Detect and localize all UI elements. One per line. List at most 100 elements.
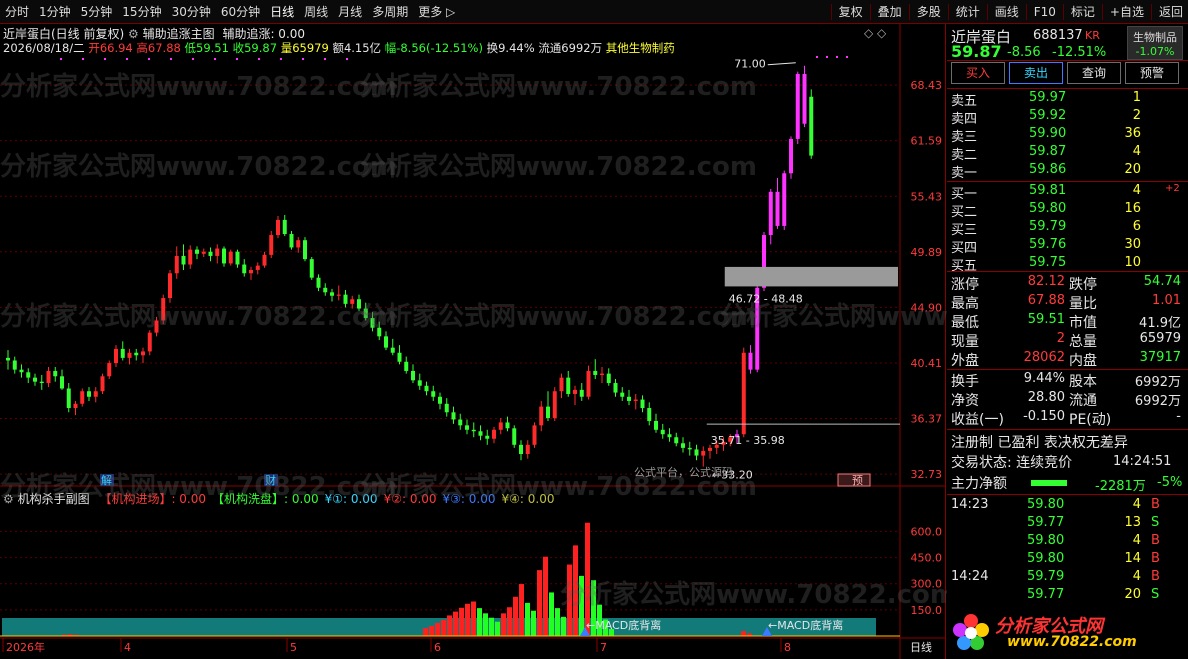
- toolbar-item-4[interactable]: 30分钟: [167, 0, 216, 24]
- toolbar-item-3[interactable]: 15分钟: [117, 0, 166, 24]
- signal-dot: [816, 56, 818, 58]
- sub-chart-bar: [579, 575, 584, 636]
- signal-dot: [302, 58, 304, 60]
- legend-item: 【机构洗盘】: 0.00: [212, 492, 319, 506]
- candle-body: [323, 287, 328, 293]
- toolbar-item-2[interactable]: 5分钟: [76, 0, 118, 24]
- candle-body: [46, 370, 51, 384]
- sub-chart-bar: [489, 617, 494, 636]
- toolbar-item-6[interactable]: 日线: [265, 0, 299, 24]
- candle-body: [181, 255, 186, 265]
- candle-body: [546, 406, 550, 419]
- candle-body: [539, 406, 544, 426]
- toolbar-right-item-5[interactable]: F10: [1029, 0, 1061, 24]
- toolbar-item-1[interactable]: 1分钟: [34, 0, 76, 24]
- stat-label: 股本: [1069, 374, 1097, 390]
- candle-body: [674, 437, 679, 444]
- sub-chart-bar: [561, 616, 566, 636]
- indicator-name[interactable]: 辅助追涨主图: [143, 27, 215, 41]
- stat-label: 内盘: [1069, 353, 1097, 369]
- ask-row[interactable]: 卖二 59.87 4: [947, 144, 1188, 163]
- signal-dot: [192, 58, 194, 60]
- tick-time: 14:23: [951, 497, 989, 512]
- sub-tick-label: 150.0: [911, 604, 943, 617]
- toolbar-item-5[interactable]: 60分钟: [216, 0, 265, 24]
- tick-volume: 13: [1124, 515, 1141, 530]
- sub-chart-title[interactable]: 机构杀手副图: [18, 492, 90, 506]
- toolbar-right-item-8[interactable]: 返回: [1154, 0, 1188, 24]
- settings-icon[interactable]: ⚙: [128, 27, 139, 41]
- ask-row[interactable]: 卖三 59.90 36: [947, 126, 1188, 145]
- stat-value: 2: [1056, 331, 1065, 346]
- toolbar-right-item-0[interactable]: 复权: [834, 0, 868, 24]
- stat-label: PE(动): [1069, 412, 1112, 428]
- signal-dot: [826, 56, 828, 58]
- candle-body: [397, 352, 402, 362]
- bid-row[interactable]: 买三 59.79 6: [947, 219, 1188, 238]
- candle-body: [87, 391, 91, 397]
- price-tick-label: 40.41: [911, 357, 943, 370]
- legend-item: ¥③: 0.00: [442, 492, 496, 506]
- high-price-arrow: [767, 62, 796, 66]
- query-button[interactable]: 查询: [1067, 62, 1121, 84]
- toolbar-right-item-6[interactable]: 标记: [1066, 0, 1100, 24]
- indicator-value: 辅助追涨: 0.00: [222, 27, 306, 41]
- sell-button[interactable]: 卖出: [1009, 62, 1063, 84]
- toolbar-right-item-2[interactable]: 多股: [912, 0, 946, 24]
- bid-volume: 10: [1124, 255, 1141, 270]
- info-change: 幅-8.56(-12.51%): [384, 41, 483, 55]
- bid-change: +2: [1165, 183, 1180, 194]
- period-label[interactable]: 日线: [910, 640, 932, 654]
- date-tick-label: 6: [434, 641, 441, 654]
- book-divider: [947, 181, 1188, 182]
- netflow-label: 主力净额: [951, 476, 1007, 492]
- toolbar-item-7[interactable]: 周线: [299, 0, 333, 24]
- alert-button[interactable]: 预警: [1125, 62, 1179, 84]
- candle-body: [633, 399, 638, 401]
- bid-row[interactable]: 买二 59.80 16: [947, 201, 1188, 220]
- toolbar-item-10[interactable]: 更多 ▷: [413, 0, 460, 24]
- candle-body: [559, 377, 564, 392]
- toolbar-item-9[interactable]: 多周期: [367, 0, 413, 24]
- candle-body: [505, 422, 510, 429]
- toolbar-right-item-1[interactable]: 叠加: [873, 0, 907, 24]
- signal-dot: [104, 58, 106, 60]
- toolbar-right-item-7[interactable]: +自选: [1105, 0, 1149, 24]
- price-tick-label: 44.90: [911, 301, 943, 314]
- signal-dot: [836, 56, 838, 58]
- candle-body: [235, 251, 240, 265]
- bid-row[interactable]: 买四 59.76 30: [947, 237, 1188, 256]
- toolbar-right-item-4[interactable]: 画线: [990, 0, 1024, 24]
- buy-button[interactable]: 买入: [951, 62, 1005, 84]
- legend-item: ¥④: 0.00: [501, 492, 555, 506]
- ask-volume: 1: [1132, 90, 1141, 105]
- toolbar-right-item-3[interactable]: 统计: [951, 0, 985, 24]
- bid-row[interactable]: 买一 59.81 4 +2: [947, 183, 1188, 202]
- candle-body: [795, 73, 800, 139]
- tick-volume: 4: [1132, 569, 1141, 584]
- candle-body: [471, 429, 476, 432]
- candle-body: [411, 370, 415, 381]
- ask-row[interactable]: 卖四 59.92 2: [947, 108, 1188, 127]
- sector-change: -1.07%: [1135, 45, 1175, 58]
- price-tick-label: 68.43: [911, 79, 943, 92]
- candle-body: [242, 264, 247, 274]
- candle-body: [458, 419, 463, 426]
- sub-chart-bar: [555, 608, 560, 636]
- candle-body: [53, 370, 58, 377]
- ask-row[interactable]: 卖五 59.97 1: [947, 90, 1188, 109]
- chart-window-controls[interactable]: ◇ ◇: [864, 26, 886, 40]
- candle-body: [640, 399, 645, 409]
- candle-body: [60, 376, 64, 389]
- ohlc-info-row: 2026/08/18/二 开66.94 高67.88 低59.51 收59.87…: [3, 40, 675, 56]
- toolbar-item-8[interactable]: 月线: [333, 0, 367, 24]
- sector-badge[interactable]: 生物制品 -1.07%: [1127, 26, 1183, 60]
- stat-value: -: [1176, 409, 1181, 424]
- stat-row: 最低 59.51 市值 41.9亿: [947, 312, 1188, 331]
- kline-chart[interactable]: 68.43 61.59 55.43 49.89 44.90 40.41 36.37 32.73…: [0, 24, 946, 659]
- toolbar-item-0[interactable]: 分时: [0, 0, 34, 24]
- candle-body: [660, 429, 665, 435]
- ask-row[interactable]: 卖一 59.86 20: [947, 162, 1188, 181]
- candle-body: [782, 173, 787, 226]
- settings-icon[interactable]: ⚙: [3, 492, 14, 506]
